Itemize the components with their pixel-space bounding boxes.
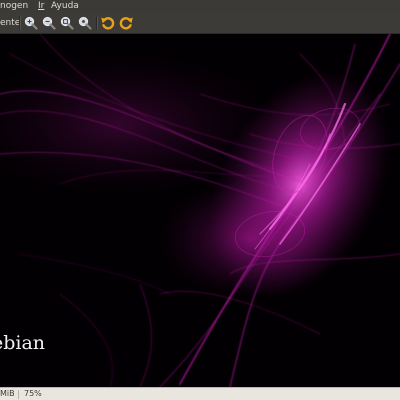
menu-item-go[interactable]: Ir	[38, 0, 44, 13]
image-viewer-window: nogen Ir Ayuda ente bian MiB 75%	[0, 0, 400, 400]
zoom-original-button[interactable]	[77, 15, 93, 31]
zoom-out-button[interactable]	[41, 15, 57, 31]
toolbar-button-label[interactable]: ente	[0, 17, 20, 29]
zoom-fit-button[interactable]	[59, 15, 75, 31]
toolbar-separator	[19, 16, 20, 30]
menu-item-image[interactable]: nogen	[0, 0, 28, 13]
zoom-in-icon	[24, 16, 38, 30]
rotate-right-icon	[119, 17, 133, 30]
toolbar: ente	[0, 13, 400, 34]
status-bar: MiB 75%	[0, 387, 400, 400]
menu-item-go-label: Ir	[38, 1, 45, 11]
status-file-size: MiB	[0, 389, 15, 398]
toolbar-separator	[96, 16, 97, 30]
image-canvas[interactable]: ebian	[0, 34, 400, 387]
rotate-right-button[interactable]	[118, 15, 134, 31]
wallpaper-image	[0, 34, 400, 387]
menu-bar: nogen Ir Ayuda	[0, 0, 400, 13]
zoom-in-button[interactable]	[23, 15, 39, 31]
zoom-fit-icon	[60, 16, 74, 30]
zoom-out-icon	[42, 16, 56, 30]
debian-logo-text: ebian	[0, 332, 46, 354]
status-divider	[18, 390, 19, 399]
zoom-original-icon	[78, 16, 92, 30]
menu-item-help[interactable]: Ayuda	[51, 0, 79, 13]
status-zoom: 75%	[24, 389, 42, 398]
rotate-left-button[interactable]	[100, 15, 116, 31]
rotate-left-icon	[101, 17, 115, 30]
